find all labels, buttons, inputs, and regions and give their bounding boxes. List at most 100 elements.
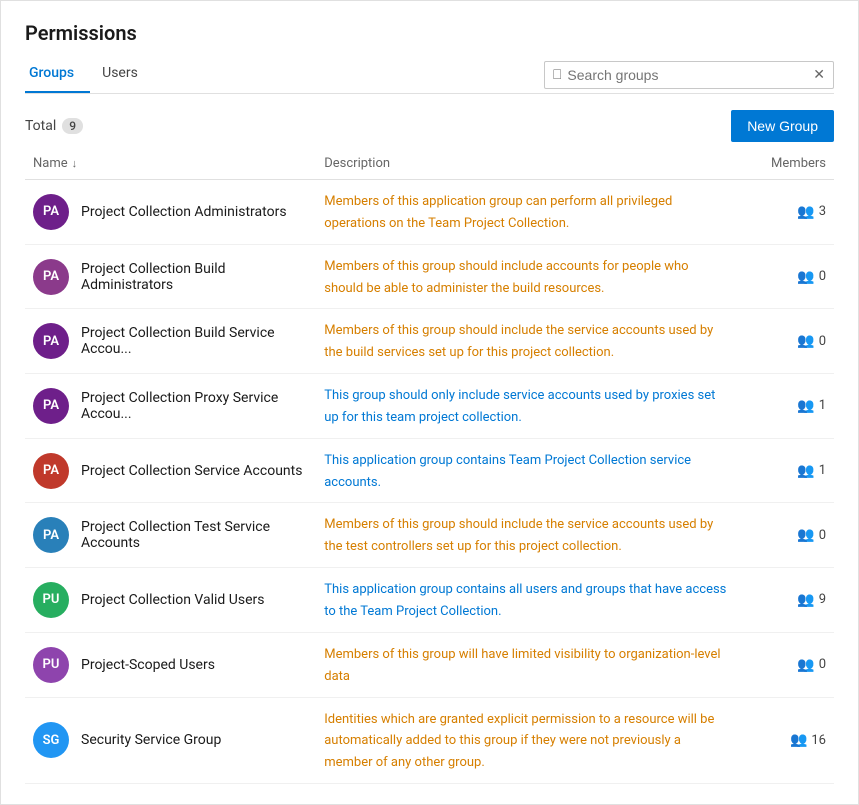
group-name[interactable]: Project Collection Proxy Service Accou..… [81,390,308,422]
group-description-cell: This application group contains all user… [316,568,737,633]
group-members-cell[interactable]: 👥 0 [737,244,834,309]
group-members-cell[interactable]: 👥 0 [737,632,834,697]
name-column-header: Name ↓ [25,150,316,180]
group-name[interactable]: Project Collection Administrators [81,204,287,220]
group-description-cell: Members of this group should include the… [316,503,737,568]
members-icon: 👥 [797,269,814,285]
group-description: Members of this group will have limited … [324,647,720,684]
tab-groups[interactable]: Groups [25,57,90,93]
group-description-cell: Members of this group should include acc… [316,244,737,309]
table-row: PU Project Collection Valid Users This a… [25,568,834,633]
tabs-row: Groups Users ⎕ ✕ [25,57,834,94]
members-icon: 👥 [797,463,814,479]
group-name-cell: SG Security Service Group [25,697,316,784]
group-avatar: PU [33,582,69,618]
search-icon: ⎕ [553,67,561,83]
group-name-cell: PA Project Collection Test Service Accou… [25,503,316,568]
group-avatar: PA [33,259,69,295]
group-description-cell: Identities which are granted explicit pe… [316,697,737,784]
members-icon: 👥 [797,527,814,543]
group-name-cell: PA Project Collection Build Service Acco… [25,309,316,374]
toolbar: Total 9 New Group [25,110,834,142]
group-description: This group should only include service a… [324,388,715,425]
members-icon: 👥 [790,732,807,748]
table-row: PA Project Collection Test Service Accou… [25,503,834,568]
table-row: PA Project Collection Service Accounts T… [25,438,834,503]
tabs: Groups Users [25,57,162,93]
members-icon: 👥 [797,657,814,673]
permissions-page: Permissions Groups Users ⎕ ✕ Total 9 New… [0,0,859,805]
group-avatar: PA [33,194,69,230]
group-members-cell[interactable]: 👥 9 [737,568,834,633]
members-icon: 👥 [797,592,814,608]
group-description: Members of this group should include the… [324,517,713,554]
sort-arrow-icon[interactable]: ↓ [72,157,78,170]
group-name-cell: PA Project Collection Service Accounts [25,438,316,503]
group-avatar: SG [33,722,69,758]
total-badge: 9 [62,118,83,134]
members-count: 16 [811,733,826,748]
group-avatar: PA [33,453,69,489]
members-icon: 👥 [797,204,814,220]
new-group-button[interactable]: New Group [731,110,834,142]
group-name-cell: PA Project Collection Proxy Service Acco… [25,374,316,439]
table-row: PA Project Collection Proxy Service Acco… [25,374,834,439]
table-row: SG Security Service Group Identities whi… [25,697,834,784]
total-label: Total [25,118,56,134]
group-name[interactable]: Project Collection Build Administrators [81,261,308,293]
members-count: 0 [819,657,826,672]
group-avatar: PA [33,388,69,424]
page-title: Permissions [25,21,834,45]
members-count: 0 [819,269,826,284]
group-members-cell[interactable]: 👥 1 [737,374,834,439]
group-description: Members of this group should include acc… [324,259,688,296]
group-name[interactable]: Security Service Group [81,732,221,748]
group-description: Members of this application group can pe… [324,194,672,231]
group-members-cell[interactable]: 👥 1 [737,438,834,503]
group-avatar: PU [33,647,69,683]
total-count-area: Total 9 [25,118,83,134]
group-members-cell[interactable]: 👥 0 [737,309,834,374]
group-members-cell[interactable]: 👥 16 [737,697,834,784]
members-icon: 👥 [797,398,814,414]
group-name[interactable]: Project Collection Test Service Accounts [81,519,308,551]
group-name-cell: PU Project-Scoped Users [25,632,316,697]
group-members-cell[interactable]: 👥 3 [737,180,834,245]
group-members-cell[interactable]: 👥 0 [737,503,834,568]
members-count: 0 [819,334,826,349]
group-name[interactable]: Project Collection Build Service Accou..… [81,325,308,357]
search-input[interactable] [567,67,807,83]
group-description-cell: Members of this group will have limited … [316,632,737,697]
group-description: This application group contains Team Pro… [324,453,691,490]
table-row: PA Project Collection Administrators Mem… [25,180,834,245]
group-description-cell: This group should only include service a… [316,374,737,439]
description-column-header: Description [316,150,737,180]
members-icon: 👥 [797,333,814,349]
members-count: 9 [819,592,826,607]
members-count: 1 [819,463,826,478]
group-name[interactable]: Project-Scoped Users [81,657,215,673]
group-description: Members of this group should include the… [324,323,713,360]
table-row: PU Project-Scoped Users Members of this … [25,632,834,697]
group-description-cell: Members of this group should include the… [316,309,737,374]
group-name-cell: PU Project Collection Valid Users [25,568,316,633]
group-avatar: PA [33,517,69,553]
table-row: PA Project Collection Build Administrato… [25,244,834,309]
group-description: This application group contains all user… [324,582,726,619]
group-description-cell: Members of this application group can pe… [316,180,737,245]
members-count: 1 [819,398,826,413]
group-description: Identities which are granted explicit pe… [324,712,714,771]
group-description-cell: This application group contains Team Pro… [316,438,737,503]
members-column-header: Members [737,150,834,180]
clear-icon[interactable]: ✕ [813,67,825,83]
group-avatar: PA [33,323,69,359]
group-name[interactable]: Project Collection Service Accounts [81,463,302,479]
table-row: PA Project Collection Build Service Acco… [25,309,834,374]
tab-users[interactable]: Users [98,57,154,93]
members-count: 0 [819,528,826,543]
search-box: ⎕ ✕ [544,61,834,89]
groups-table: Name ↓ Description Members PA Project Co… [25,150,834,784]
group-name-cell: PA Project Collection Build Administrato… [25,244,316,309]
group-name-cell: PA Project Collection Administrators [25,180,316,245]
group-name[interactable]: Project Collection Valid Users [81,592,265,608]
